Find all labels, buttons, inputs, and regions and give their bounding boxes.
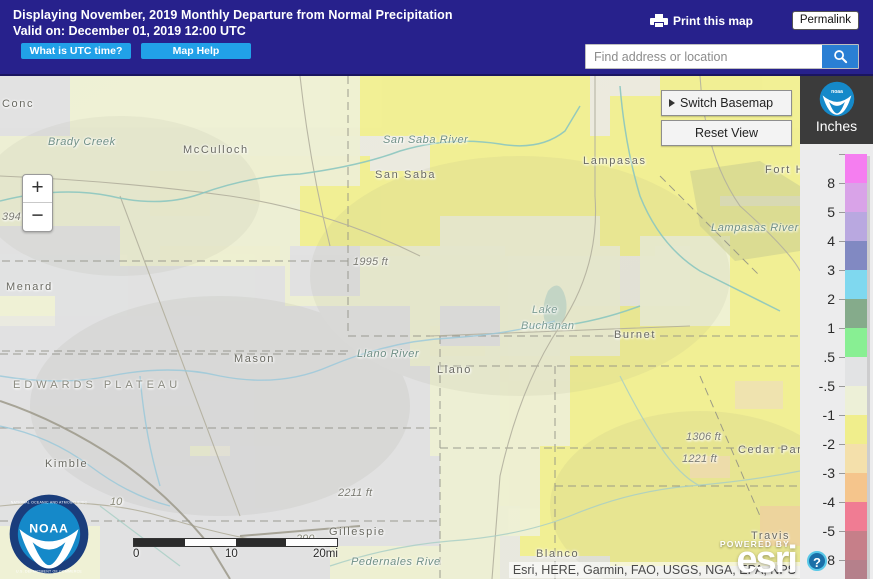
legend-swatch-13 (845, 531, 870, 562)
legend-panel: noaa Inches 8 5 4 3 2 1.5 -.5 -1 -2 -3 -4 -5 -8 ? (800, 76, 873, 579)
printer-icon (649, 13, 668, 28)
map-application: Displaying November, 2019 Monthly Depart… (0, 0, 873, 579)
scale-bar-labels: 0 10 20mi (133, 548, 338, 562)
legend-swatch-0 (845, 154, 870, 185)
print-map-label: Print this map (672, 13, 753, 28)
legend-tick-3: 4 (800, 233, 845, 270)
legend-tick-label-9: -1 (822, 407, 835, 423)
legend-tick-4: 3 (800, 262, 845, 299)
svg-text:noaa: noaa (831, 89, 843, 95)
legend-tick-label-11: -3 (822, 465, 835, 481)
scale-label-0: 0 (133, 548, 140, 560)
help-button[interactable]: ? (807, 551, 827, 571)
switch-basemap-label: Switch Basemap (680, 96, 774, 110)
svg-text:NATIONAL OCEANIC AND ATMOSPHER: NATIONAL OCEANIC AND ATMOSPHERIC (11, 501, 88, 505)
search-button[interactable] (822, 45, 858, 68)
legend-swatch-2 (845, 212, 870, 243)
legend-swatch-8 (845, 386, 870, 417)
legend-tick-2: 5 (800, 204, 845, 241)
legend-swatch-6 (845, 328, 870, 359)
valid-time-label: Valid on: December 01, 2019 12:00 UTC (13, 24, 246, 38)
legend-swatch-11 (845, 473, 870, 504)
legend-tick-labels: 8 5 4 3 2 1.5 -.5 -1 -2 -3 -4 -5 -8 (800, 154, 845, 579)
legend-swatch-4 (845, 270, 870, 301)
legend-tick-label-7: .5 (823, 349, 835, 365)
legend-tick-1: 8 (800, 175, 845, 212)
reset-view-button[interactable]: Reset View (661, 120, 792, 146)
scale-label-10: 10 (225, 548, 238, 560)
scale-bar: 0 10 20mi (133, 538, 338, 562)
search-icon (833, 50, 847, 64)
legend-swatch-12 (845, 502, 870, 533)
legend-tick-label-8: -.5 (818, 378, 835, 394)
scale-bar-track (133, 538, 338, 547)
legend-color-ramp (845, 154, 870, 579)
legend-title: Inches (815, 118, 858, 134)
legend-tick-label-3: 4 (827, 233, 835, 249)
print-map-button[interactable]: Print this map (649, 13, 753, 28)
legend-swatch-7 (845, 357, 870, 388)
legend-tick-label-4: 3 (827, 262, 835, 278)
legend-tick-5: 2 (800, 291, 845, 328)
legend-header: noaa Inches (800, 76, 873, 144)
legend-swatch-14 (845, 560, 870, 579)
search-bar (585, 44, 859, 69)
permalink-button[interactable]: Permalink (791, 11, 859, 30)
switch-basemap-button[interactable]: Switch Basemap (661, 90, 792, 116)
svg-text:NOAA: NOAA (29, 521, 69, 535)
legend-tick-label-5: 2 (827, 291, 835, 307)
legend-tick-label-2: 5 (827, 204, 835, 220)
legend-swatch-9 (845, 415, 870, 446)
zoom-out-button[interactable]: − (23, 203, 52, 231)
triangle-right-icon (669, 99, 675, 107)
precipitation-raster-layer (0, 76, 800, 579)
search-input[interactable] (586, 45, 822, 68)
legend-tick-label-10: -2 (822, 436, 835, 452)
legend-swatch-5 (845, 299, 870, 330)
scale-label-20: 20mi (313, 548, 338, 560)
legend-tick-label-13: -5 (822, 523, 835, 539)
map-canvas[interactable]: Conc Brady Creek McCulloch 394 ft San Saba R… (0, 76, 800, 579)
map-help-button[interactable]: Map Help (141, 43, 251, 59)
zoom-in-button[interactable]: + (23, 175, 52, 203)
page-header: Displaying November, 2019 Monthly Depart… (0, 0, 873, 76)
legend-tick-0 (800, 154, 845, 183)
legend-swatch-1 (845, 183, 870, 214)
esri-logo: esri (736, 539, 798, 579)
noaa-seal-logo: NOAA NATIONAL OCEANIC AND ATMOSPHERIC U.… (9, 494, 89, 574)
zoom-controls: + − (22, 174, 53, 232)
legend-swatch-10 (845, 444, 870, 475)
legend-swatch-3 (845, 241, 870, 272)
noaa-logo-icon: noaa (819, 81, 854, 117)
what-is-utc-button[interactable]: What is UTC time? (21, 43, 131, 59)
legend-tick-label-6: 1 (827, 320, 835, 336)
legend-tick-label-12: -4 (822, 494, 835, 510)
legend-tick-label-1: 8 (827, 175, 835, 191)
svg-text:U.S. DEPARTMENT OF COMMERCE: U.S. DEPARTMENT OF COMMERCE (16, 570, 82, 574)
page-title: Displaying November, 2019 Monthly Depart… (13, 8, 453, 22)
